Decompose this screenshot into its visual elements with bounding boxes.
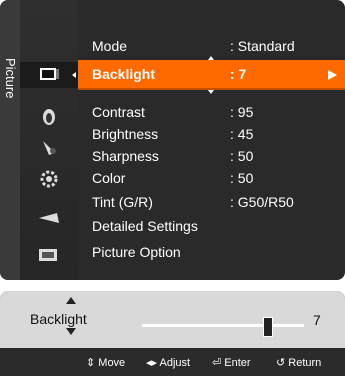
move-icon: ⇕	[86, 357, 96, 369]
application-icon[interactable]	[20, 242, 78, 268]
menu-item-label: Mode	[92, 38, 128, 54]
slider-area: Backlight 7	[0, 291, 345, 348]
menu-item-value: : 50	[230, 170, 254, 186]
picture-menu: Picture Mode: Standard Backlight: 7 Co…	[0, 0, 345, 280]
right-arrow-icon	[328, 70, 337, 80]
menu-item-value: : 7	[230, 66, 247, 82]
help-enter-label: Enter	[224, 357, 251, 369]
menu-item-label: Color	[92, 170, 126, 186]
arrow-up-icon	[66, 297, 76, 304]
help-adjust: ◂▸ Adjust	[146, 356, 190, 369]
help-return-label: Return	[288, 357, 322, 369]
menu-item-value: : 50	[230, 148, 254, 164]
menu-item-value: : Standard	[230, 38, 295, 54]
menu-item-label: Brightness	[92, 126, 159, 142]
menu-item-label: Sharpness	[92, 148, 159, 164]
slider-track[interactable]	[142, 324, 304, 327]
scroll-up-icon	[208, 56, 214, 60]
left-pointer-icon	[72, 72, 76, 78]
scroll-down-icon	[208, 90, 214, 94]
menu-icon-column	[20, 0, 78, 280]
menu-item-label: Backlight	[92, 66, 156, 82]
help-return: ↺ Return	[276, 356, 321, 369]
sound-icon[interactable]	[20, 104, 78, 130]
menu-item-value: : G50/R50	[230, 194, 294, 210]
menu-item-tint[interactable]: Tint (G/R) : G50/R50	[78, 190, 345, 216]
help-adjust-label: Adjust	[159, 357, 191, 369]
help-bar: ⇕ Move ◂▸ Adjust ⏎ Enter ↺ Return	[0, 348, 345, 376]
menu-item-label: Contrast	[92, 104, 145, 120]
picture-icon[interactable]	[20, 62, 78, 88]
channel-icon[interactable]	[20, 134, 78, 160]
menu-item-color[interactable]: Color : 50	[78, 166, 345, 192]
menu-item-value: : 45	[230, 126, 254, 142]
return-icon: ↺	[276, 357, 286, 369]
arrow-down-icon	[66, 328, 76, 335]
help-enter: ⏎ Enter	[212, 356, 251, 369]
enter-icon: ⏎	[212, 357, 222, 369]
menu-item-picture-option[interactable]: Picture Option	[78, 240, 345, 266]
menu-items: Mode : Standard Backlight : 7 Contrast :…	[72, 0, 345, 280]
adjust-panel: Backlight 7 ⇕ Move ◂▸ Adjust ⏎ Enter ↺ R…	[0, 291, 345, 376]
setup-icon[interactable]	[20, 166, 78, 192]
input-icon[interactable]	[20, 205, 78, 231]
menu-item-backlight[interactable]: Backlight : 7	[72, 56, 345, 94]
menu-item-value: : 95	[230, 104, 254, 120]
menu-item-label: Tint (G/R)	[92, 194, 153, 210]
category-label: Picture	[3, 57, 18, 99]
menu-item-label: Detailed Settings	[92, 218, 198, 234]
slider-value: 7	[313, 312, 321, 328]
help-move-label: Move	[98, 357, 126, 369]
adjust-icon: ◂▸	[146, 357, 158, 369]
help-move: ⇕ Move	[86, 356, 125, 369]
menu-item-label: Picture Option	[92, 244, 181, 260]
slider-thumb[interactable]	[263, 317, 273, 337]
slider-label: Backlight	[30, 311, 87, 327]
menu-item-detailed-settings[interactable]: Detailed Settings	[78, 214, 345, 240]
category-tab: Picture	[0, 0, 21, 280]
